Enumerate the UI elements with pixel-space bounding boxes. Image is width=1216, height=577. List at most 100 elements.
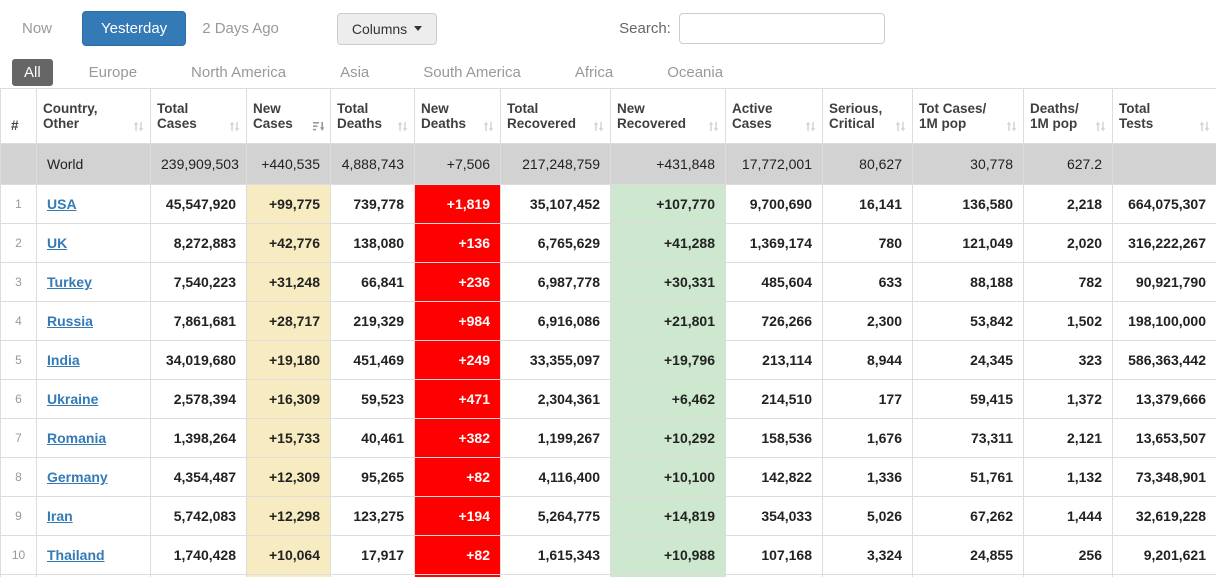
covid-stats-page: Now Yesterday 2 Days Ago Columns Search:… (0, 0, 1216, 577)
cell-total_deaths: 451,469 (330, 340, 415, 380)
country-link-uk[interactable]: UK (47, 235, 67, 251)
country-link-ukraine[interactable]: Ukraine (47, 391, 98, 407)
column-header-tot_cases_1m[interactable]: Tot Cases/1M pop (912, 88, 1024, 144)
cell-total_deaths: 17,917 (330, 535, 415, 575)
cell-active_cases: 214,510 (725, 379, 823, 419)
column-header-total_deaths[interactable]: Total Deaths (330, 88, 415, 144)
country-link-germany[interactable]: Germany (47, 469, 108, 485)
column-label: Total Tests (1119, 101, 1154, 131)
cell-total_recovered: 6,765,629 (500, 223, 611, 263)
column-header-total_cases[interactable]: Total Cases (150, 88, 247, 144)
cell-new_recovered: +431,848 (610, 143, 726, 185)
tab-africa[interactable]: Africa (563, 59, 625, 86)
cell-serious_critical: 1,336 (822, 457, 913, 497)
tab-europe[interactable]: Europe (77, 59, 149, 86)
cell-total_tests (1112, 143, 1216, 185)
now-button[interactable]: Now (22, 20, 52, 37)
cell-total_tests: 90,921,790 (1112, 262, 1216, 302)
cell-new_cases: +16,309 (246, 379, 331, 419)
column-header-total_recovered[interactable]: Total Recovered (500, 88, 611, 144)
column-label: Deaths/1M pop (1030, 101, 1079, 131)
columns-button[interactable]: Columns (336, 12, 438, 45)
tab-oceania[interactable]: Oceania (655, 59, 735, 86)
cell-new_cases: +15,733 (246, 418, 331, 458)
cell-country: Germany (36, 457, 151, 497)
cell-serious_critical: 780 (822, 223, 913, 263)
cell-country: Russia (36, 301, 151, 341)
column-header-new_recovered[interactable]: New Recovered (610, 88, 726, 144)
column-label: New Cases (253, 101, 293, 131)
cell-new_cases: +99,775 (246, 184, 331, 224)
column-label: New Recovered (617, 101, 687, 131)
cell-total_recovered: 33,355,097 (500, 340, 611, 380)
cell-active_cases: 726,266 (725, 301, 823, 341)
sort-updown-icon (133, 121, 144, 132)
cell-total_tests: 73,348,901 (1112, 457, 1216, 497)
cell-total_tests: 13,653,507 (1112, 418, 1216, 458)
column-header-new_cases[interactable]: New Cases (246, 88, 331, 144)
sort-updown-icon (1095, 121, 1106, 132)
cell-tot_cases_1m: 53,842 (912, 301, 1024, 341)
cell-serious_critical: 80,627 (822, 143, 913, 185)
cell-total_cases: 4,354,487 (150, 457, 247, 497)
header-row: # Country, Other Total Cases New Cases Total Dea… (0, 88, 1216, 144)
column-header-total_tests[interactable]: Total Tests (1112, 88, 1216, 144)
country-link-turkey[interactable]: Turkey (47, 274, 92, 290)
column-header-new_deaths[interactable]: New Deaths (414, 88, 501, 144)
cell-serious_critical: 1,676 (822, 418, 913, 458)
cell-tot_cases_1m: 59,415 (912, 379, 1024, 419)
cell-new_deaths: +1,819 (414, 184, 501, 224)
cell-total_recovered: 6,916,086 (500, 301, 611, 341)
country-link-iran[interactable]: Iran (47, 508, 73, 524)
country-link-usa[interactable]: USA (47, 196, 77, 212)
column-header-deaths_1m[interactable]: Deaths/1M pop (1023, 88, 1113, 144)
cell-total_cases: 7,861,681 (150, 301, 247, 341)
country-link-romania[interactable]: Romania (47, 430, 106, 446)
cell-deaths_1m: 1,372 (1023, 379, 1113, 419)
cell-new_recovered: +21,801 (610, 301, 726, 341)
tab-asia[interactable]: Asia (328, 59, 381, 86)
cell-active_cases: 9,700,690 (725, 184, 823, 224)
tab-south-america[interactable]: South America (411, 59, 533, 86)
country-link-russia[interactable]: Russia (47, 313, 93, 329)
cell-total_deaths: 138,080 (330, 223, 415, 263)
cell-rank: 4 (0, 301, 37, 341)
tab-all[interactable]: All (12, 59, 53, 86)
sort-updown-icon (229, 121, 240, 132)
cell-new_recovered: +30,331 (610, 262, 726, 302)
yesterday-button[interactable]: Yesterday (82, 11, 187, 46)
cell-deaths_1m: 2,020 (1023, 223, 1113, 263)
cell-new_deaths: +82 (414, 535, 501, 575)
country-link-thailand[interactable]: Thailand (47, 547, 105, 563)
cell-deaths_1m: 2,121 (1023, 418, 1113, 458)
two-days-ago-button[interactable]: 2 Days Ago (202, 20, 279, 37)
cell-rank: 9 (0, 496, 37, 536)
cell-tot_cases_1m: 24,345 (912, 340, 1024, 380)
cell-country: USA (36, 184, 151, 224)
cell-active_cases: 17,772,001 (725, 143, 823, 185)
cell-total_deaths: 739,778 (330, 184, 415, 224)
cell-deaths_1m: 256 (1023, 535, 1113, 575)
search-input[interactable] (678, 13, 885, 44)
column-header-active_cases[interactable]: Active Cases (725, 88, 823, 144)
cell-new_cases: +28,717 (246, 301, 331, 341)
sort-updown-icon (708, 121, 719, 132)
cell-country: Iran (36, 496, 151, 536)
cell-total_cases: 1,740,428 (150, 535, 247, 575)
column-header-country[interactable]: Country, Other (36, 88, 151, 144)
cell-rank: 6 (0, 379, 37, 419)
toolbar: Now Yesterday 2 Days Ago Columns Search: (0, 0, 1216, 57)
cell-new_deaths: +136 (414, 223, 501, 263)
sort-updown-icon (805, 121, 816, 132)
cell-new_cases: +31,248 (246, 262, 331, 302)
tab-north-america[interactable]: North America (179, 59, 298, 86)
cell-active_cases: 158,536 (725, 418, 823, 458)
cell-total_deaths: 219,329 (330, 301, 415, 341)
country-link-india[interactable]: India (47, 352, 80, 368)
cell-country: UK (36, 223, 151, 263)
sort-updown-icon (483, 121, 494, 132)
column-header-serious_critical[interactable]: Serious, Critical (822, 88, 913, 144)
cell-active_cases: 107,168 (725, 535, 823, 575)
cell-serious_critical: 2,300 (822, 301, 913, 341)
cell-serious_critical: 8,944 (822, 340, 913, 380)
